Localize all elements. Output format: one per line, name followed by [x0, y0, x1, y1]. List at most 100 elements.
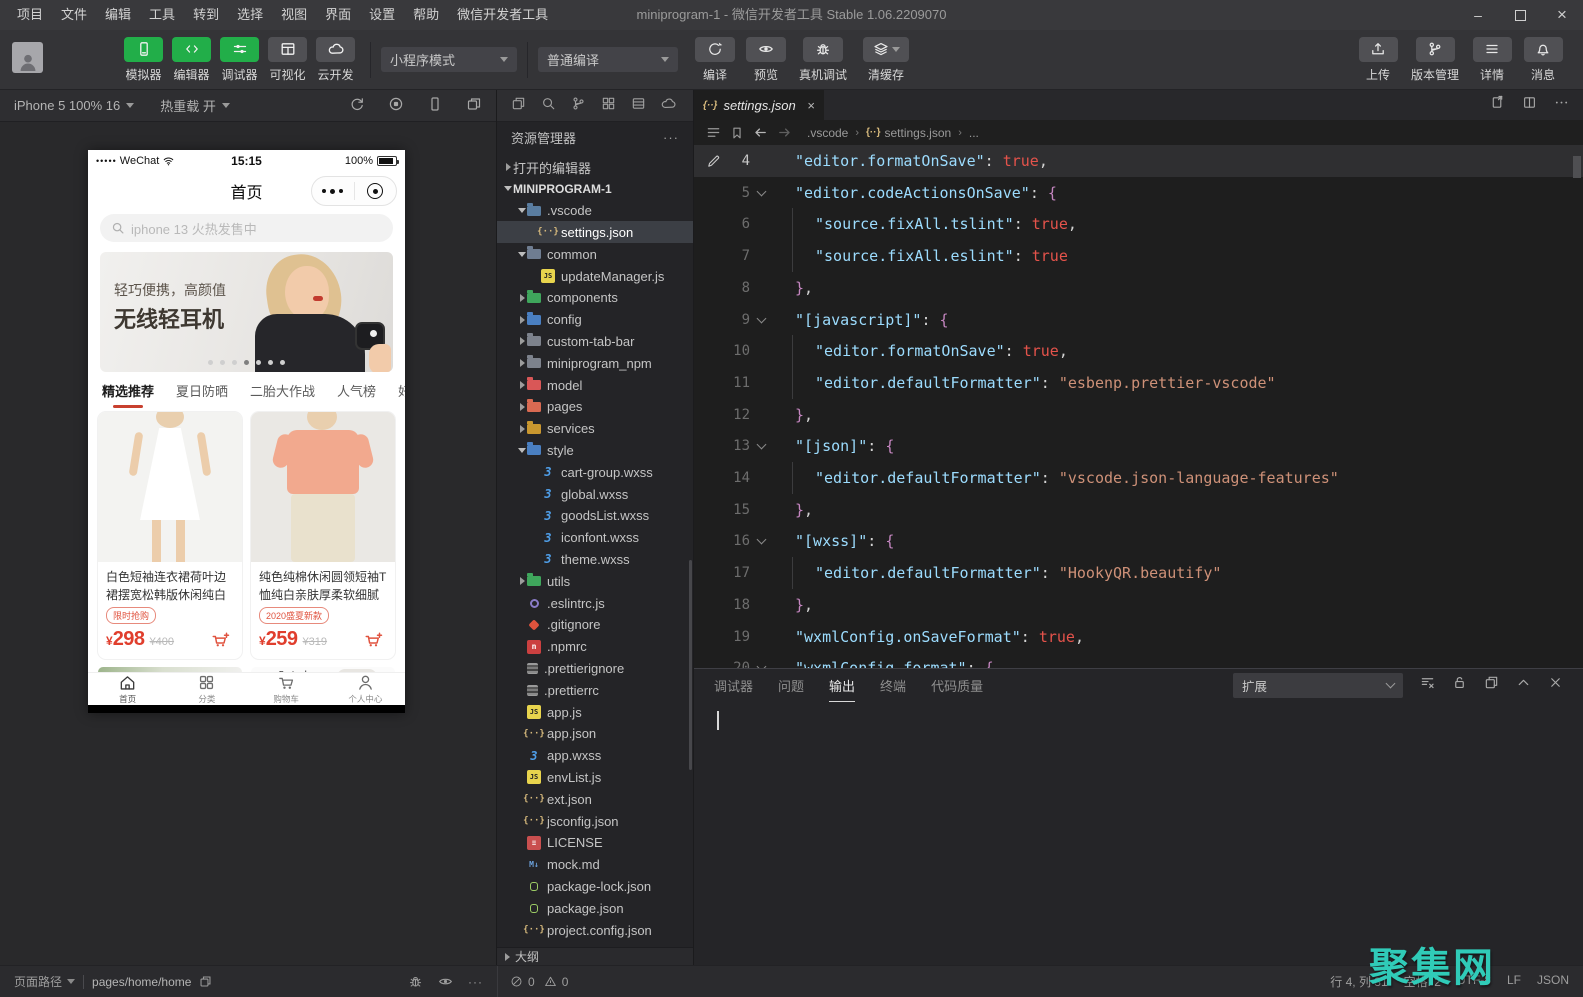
code-line-14[interactable]: 14"editor.defaultFormatter": "vscode.jso…	[694, 462, 1583, 494]
panel-tab-代码质量[interactable]: 代码质量	[931, 669, 983, 701]
product-card[interactable]: 纯色纯棉休闲圆领短袖T恤纯白亲肤厚柔软细腻舒适2020盛夏新款¥259¥319	[251, 412, 395, 659]
category-tab-精选推荐[interactable]: 精选推荐	[102, 381, 154, 400]
menu-item-1[interactable]: 文件	[52, 0, 96, 30]
code-line-7[interactable]: 7"source.fixAll.eslint": true	[694, 240, 1583, 272]
device-icon-button[interactable]	[427, 96, 443, 115]
tree-item-config[interactable]: config	[497, 309, 693, 331]
close-button[interactable]: ×	[1541, 0, 1583, 30]
tree-item-custom-tab-bar[interactable]: custom-tab-bar	[497, 330, 693, 352]
more-icon-button[interactable]	[1554, 95, 1569, 115]
tree-item-.eslintrc.js[interactable]: .eslintrc.js	[497, 592, 693, 614]
code-line-18[interactable]: 18},	[694, 589, 1583, 621]
tree-item-mock.md[interactable]: M↓mock.md	[497, 854, 693, 876]
menu-item-10[interactable]: 微信开发者工具	[448, 0, 557, 30]
category-tab-夏日防晒[interactable]: 夏日防晒	[176, 381, 228, 400]
add-to-cart-button[interactable]	[211, 630, 233, 650]
tab-settings-json[interactable]: {··} settings.json ×	[694, 90, 824, 120]
split-panel-icon-button[interactable]	[1484, 675, 1499, 695]
product-card[interactable]: 白色短袖连衣裙荷叶边裙摆宽松韩版休闲纯白清爽气质限时抢购¥298¥400	[98, 412, 242, 659]
capsule-more-button[interactable]	[312, 189, 354, 194]
list-icon[interactable]	[706, 125, 721, 140]
unlock-icon-button[interactable]	[1452, 675, 1467, 695]
tree-item-updateManager.js[interactable]: JSupdateManager.js	[497, 265, 693, 287]
fold-chevron-icon[interactable]	[757, 440, 767, 450]
tabbar-item-个人中心[interactable]: 个人中心	[326, 673, 405, 705]
tree-item-global.wxss[interactable]: 3global.wxss	[497, 483, 693, 505]
split-editor-icon-button[interactable]	[1522, 95, 1537, 115]
add-to-cart-button[interactable]	[364, 630, 386, 650]
toolbar-button-上传[interactable]: 上传	[1353, 37, 1403, 83]
capsule-close-button[interactable]	[355, 183, 397, 199]
clear-output-icon-button[interactable]	[1420, 675, 1435, 695]
panel-tab-终端[interactable]: 终端	[880, 669, 906, 701]
tree-item-pages[interactable]: pages	[497, 396, 693, 418]
compile-mode-select[interactable]: 普通编译	[538, 47, 678, 72]
tree-item-services[interactable]: services	[497, 418, 693, 440]
search-bar[interactable]: iphone 13 火热发售中	[100, 214, 393, 242]
more-actions-icon[interactable]: ···	[663, 130, 679, 145]
tree-item-envList.js[interactable]: JSenvList.js	[497, 766, 693, 788]
tree-item-ext.json[interactable]: {··}ext.json	[497, 788, 693, 810]
code-line-4[interactable]: 4"editor.formatOnSave": true,	[694, 145, 1583, 177]
fold-chevron-icon[interactable]	[757, 535, 767, 545]
explorer-scrollbar[interactable]	[689, 560, 692, 770]
code-line-5[interactable]: 5"editor.codeActionsOnSave": {	[694, 177, 1583, 209]
tree-item-app.js[interactable]: JSapp.js	[497, 701, 693, 723]
toolbar-button-云开发[interactable]: 云开发	[312, 37, 359, 83]
tree-item-miniprogram_npm[interactable]: miniprogram_npm	[497, 352, 693, 374]
minimize-button[interactable]: –	[1457, 0, 1499, 30]
explorer-search-icon-button[interactable]	[541, 96, 556, 116]
rotate-icon-button[interactable]	[349, 96, 365, 115]
tree-item-.prettierignore[interactable]: .prettierignore	[497, 657, 693, 679]
tree-item-settings.json[interactable]: {··}settings.json	[497, 221, 693, 243]
tabbar-item-分类[interactable]: 分类	[167, 673, 246, 705]
menu-item-6[interactable]: 视图	[272, 0, 316, 30]
breadcrumb-item[interactable]: {··} settings.json	[866, 126, 951, 140]
code-line-20[interactable]: 20"wxmlConfig.format": {	[694, 652, 1583, 668]
tree-item-package.json[interactable]: package.json	[497, 897, 693, 919]
explorer-cloud-icon-button[interactable]	[661, 96, 676, 116]
code-editor[interactable]: 4"editor.formatOnSave": true,5"editor.co…	[694, 145, 1583, 668]
back-arrow-icon[interactable]	[753, 125, 768, 140]
code-line-12[interactable]: 12},	[694, 399, 1583, 431]
panel-tab-调试器[interactable]: 调试器	[714, 669, 753, 701]
category-tab-人气榜[interactable]: 人气榜	[337, 381, 376, 400]
debug-icon[interactable]	[408, 974, 423, 989]
category-tab-好物优选[interactable]: 好物优选	[398, 381, 405, 400]
toolbar-button-消息[interactable]: 消息	[1518, 37, 1568, 83]
output-channel-select[interactable]: 扩展	[1233, 673, 1403, 698]
device-select[interactable]: iPhone 5 100% 16	[14, 98, 134, 113]
tree-item-.prettierrc[interactable]: .prettierrc	[497, 679, 693, 701]
tree-item-utils[interactable]: utils	[497, 570, 693, 592]
problems-counts[interactable]: 0 0	[497, 966, 568, 997]
code-line-15[interactable]: 15},	[694, 494, 1583, 526]
code-line-8[interactable]: 8},	[694, 272, 1583, 304]
code-line-9[interactable]: 9"[javascript]": {	[694, 304, 1583, 336]
toolbar-button-调试器[interactable]: 调试器	[216, 37, 263, 83]
more-icon[interactable]: ···	[468, 975, 483, 989]
maximize-button[interactable]	[1499, 0, 1541, 30]
statusbar-item[interactable]: LF	[1507, 973, 1521, 990]
phone-preview[interactable]: ••••• WeChat 15:15 100% 首页 iphone 13 火热发…	[88, 150, 405, 713]
tree-item-theme.wxss[interactable]: 3theme.wxss	[497, 548, 693, 570]
fold-chevron-icon[interactable]	[757, 313, 767, 323]
record-icon-button[interactable]	[388, 96, 404, 115]
tabbar-item-首页[interactable]: 首页	[88, 673, 167, 705]
toolbar-button-清缓存[interactable]: 清缓存	[855, 37, 917, 83]
editor-scrollbar[interactable]	[1573, 156, 1581, 178]
category-tab-二胎大作战[interactable]: 二胎大作战	[250, 381, 315, 400]
toolbar-button-真机调试[interactable]: 真机调试	[792, 37, 854, 83]
tree-item-iconfont.wxss[interactable]: 3iconfont.wxss	[497, 527, 693, 549]
tree-item-LICENSE[interactable]: ≡LICENSE	[497, 832, 693, 854]
toolbar-button-编译[interactable]: 编译	[690, 37, 740, 83]
explorer-rows-icon-button[interactable]	[631, 96, 646, 116]
tree-item-model[interactable]: model	[497, 374, 693, 396]
tree-item-打开的编辑器[interactable]: 打开的编辑器	[497, 156, 693, 178]
toolbar-button-预览[interactable]: 预览	[741, 37, 791, 83]
tree-item-project.config.json[interactable]: {··}project.config.json	[497, 919, 693, 941]
explorer-branch-icon-button[interactable]	[571, 96, 586, 116]
menu-item-9[interactable]: 帮助	[404, 0, 448, 30]
tree-item-jsconfig.json[interactable]: {··}jsconfig.json	[497, 810, 693, 832]
eye-icon[interactable]	[438, 974, 453, 989]
menu-item-8[interactable]: 设置	[360, 0, 404, 30]
